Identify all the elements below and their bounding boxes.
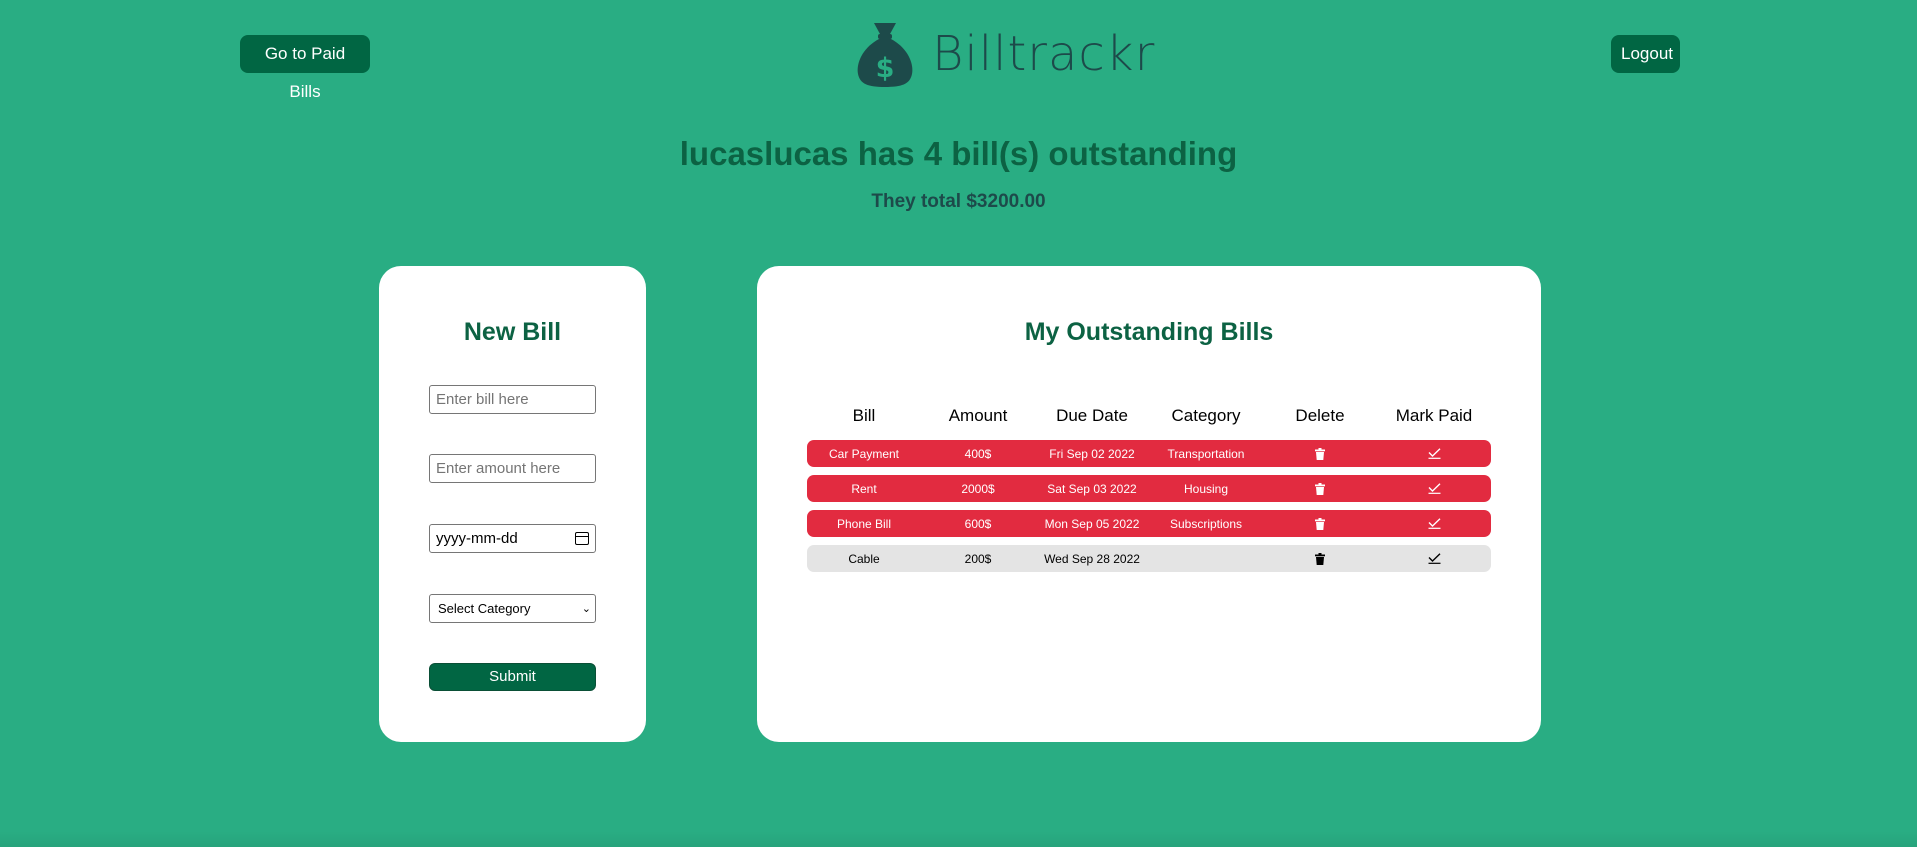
check-icon[interactable] bbox=[1428, 518, 1441, 529]
outstanding-bills-card: My Outstanding Bills Bill Amount Due Dat… bbox=[757, 266, 1541, 742]
trash-icon[interactable] bbox=[1315, 447, 1325, 460]
calendar-icon[interactable] bbox=[575, 532, 589, 545]
bill-due-date-cell: Sat Sep 03 2022 bbox=[1047, 481, 1137, 496]
mark-paid-cell bbox=[1377, 553, 1491, 564]
bill-category-cell: Housing bbox=[1183, 481, 1229, 496]
outstanding-total: They total $3200.00 bbox=[871, 191, 1046, 212]
bill-category-cell: Transportation bbox=[1167, 446, 1245, 461]
check-icon[interactable] bbox=[1428, 483, 1441, 494]
column-header-due-date: Due Date bbox=[1056, 406, 1128, 425]
new-bill-card: New Bill yyyy-mm-dd Select Category ⌄ Su… bbox=[379, 266, 646, 742]
bill-due-date-cell: Fri Sep 02 2022 bbox=[1049, 446, 1135, 461]
outstanding-bills-title: My Outstanding Bills bbox=[1024, 318, 1274, 346]
table-row: Cable 200$ Wed Sep 28 2022 bbox=[807, 545, 1491, 572]
money-bag-icon: $ bbox=[857, 23, 913, 87]
column-header-amount: Amount bbox=[948, 406, 1008, 425]
chevron-down-icon: ⌄ bbox=[581, 603, 591, 615]
bill-due-date-cell: Mon Sep 05 2022 bbox=[1044, 516, 1140, 531]
delete-cell bbox=[1263, 552, 1377, 565]
page-bottom-shadow bbox=[0, 831, 1917, 847]
bills-table: Bill Amount Due Date Category Delete Mar… bbox=[807, 402, 1491, 572]
bill-name-cell: Phone Bill bbox=[836, 516, 892, 531]
new-bill-title: New Bill bbox=[463, 318, 562, 346]
brand-name: Billtrackr bbox=[932, 26, 1156, 82]
bill-amount-cell: 600$ bbox=[964, 516, 992, 531]
bill-amount-cell: 2000$ bbox=[961, 481, 995, 496]
trash-icon[interactable] bbox=[1315, 517, 1325, 530]
bill-due-date-cell: Wed Sep 28 2022 bbox=[1044, 551, 1140, 566]
bill-name-input[interactable] bbox=[429, 385, 596, 414]
mark-paid-cell bbox=[1377, 448, 1491, 459]
bill-amount-cell: 200$ bbox=[964, 551, 992, 566]
column-header-mark-paid: Mark Paid bbox=[1395, 406, 1473, 425]
due-date-placeholder: yyyy-mm-dd bbox=[436, 530, 518, 547]
bill-name-cell: Rent bbox=[851, 481, 877, 496]
category-select[interactable]: Select Category ⌄ bbox=[429, 594, 596, 623]
delete-cell bbox=[1263, 517, 1377, 530]
column-header-delete: Delete bbox=[1295, 406, 1345, 425]
outstanding-headline: lucaslucas has 4 bill(s) outstanding bbox=[679, 135, 1238, 172]
table-row: Rent 2000$ Sat Sep 03 2022 Housing bbox=[807, 475, 1491, 502]
check-icon[interactable] bbox=[1428, 553, 1441, 564]
brand-logo: $ Billtrackr bbox=[854, 20, 1155, 88]
trash-icon[interactable] bbox=[1315, 482, 1325, 495]
mark-paid-cell bbox=[1377, 518, 1491, 529]
table-row: Phone Bill 600$ Mon Sep 05 2022 Subscrip… bbox=[807, 510, 1491, 537]
delete-cell bbox=[1263, 447, 1377, 460]
table-header: Bill Amount Due Date Category Delete Mar… bbox=[807, 402, 1491, 430]
category-select-value: Select Category bbox=[438, 601, 531, 616]
column-header-category: Category bbox=[1171, 406, 1241, 425]
trash-icon[interactable] bbox=[1315, 552, 1325, 565]
column-header-bill: Bill bbox=[852, 406, 876, 425]
due-date-input[interactable]: yyyy-mm-dd bbox=[429, 524, 596, 553]
bill-name-cell: Cable bbox=[848, 551, 880, 566]
bill-category-cell: Subscriptions bbox=[1169, 516, 1243, 531]
table-row: Car Payment 400$ Fri Sep 02 2022 Transpo… bbox=[807, 440, 1491, 467]
check-icon[interactable] bbox=[1428, 448, 1441, 459]
bill-amount-cell: 400$ bbox=[964, 446, 992, 461]
bill-amount-input[interactable] bbox=[429, 454, 596, 483]
submit-button[interactable]: Submit bbox=[429, 663, 596, 691]
mark-paid-cell bbox=[1377, 483, 1491, 494]
go-to-paid-bills-button[interactable]: Go to Paid Bills bbox=[240, 35, 370, 101]
bill-name-cell: Car Payment bbox=[828, 446, 900, 461]
svg-text:$: $ bbox=[876, 53, 895, 84]
logout-button[interactable]: Logout bbox=[1611, 35, 1680, 73]
delete-cell bbox=[1263, 482, 1377, 495]
